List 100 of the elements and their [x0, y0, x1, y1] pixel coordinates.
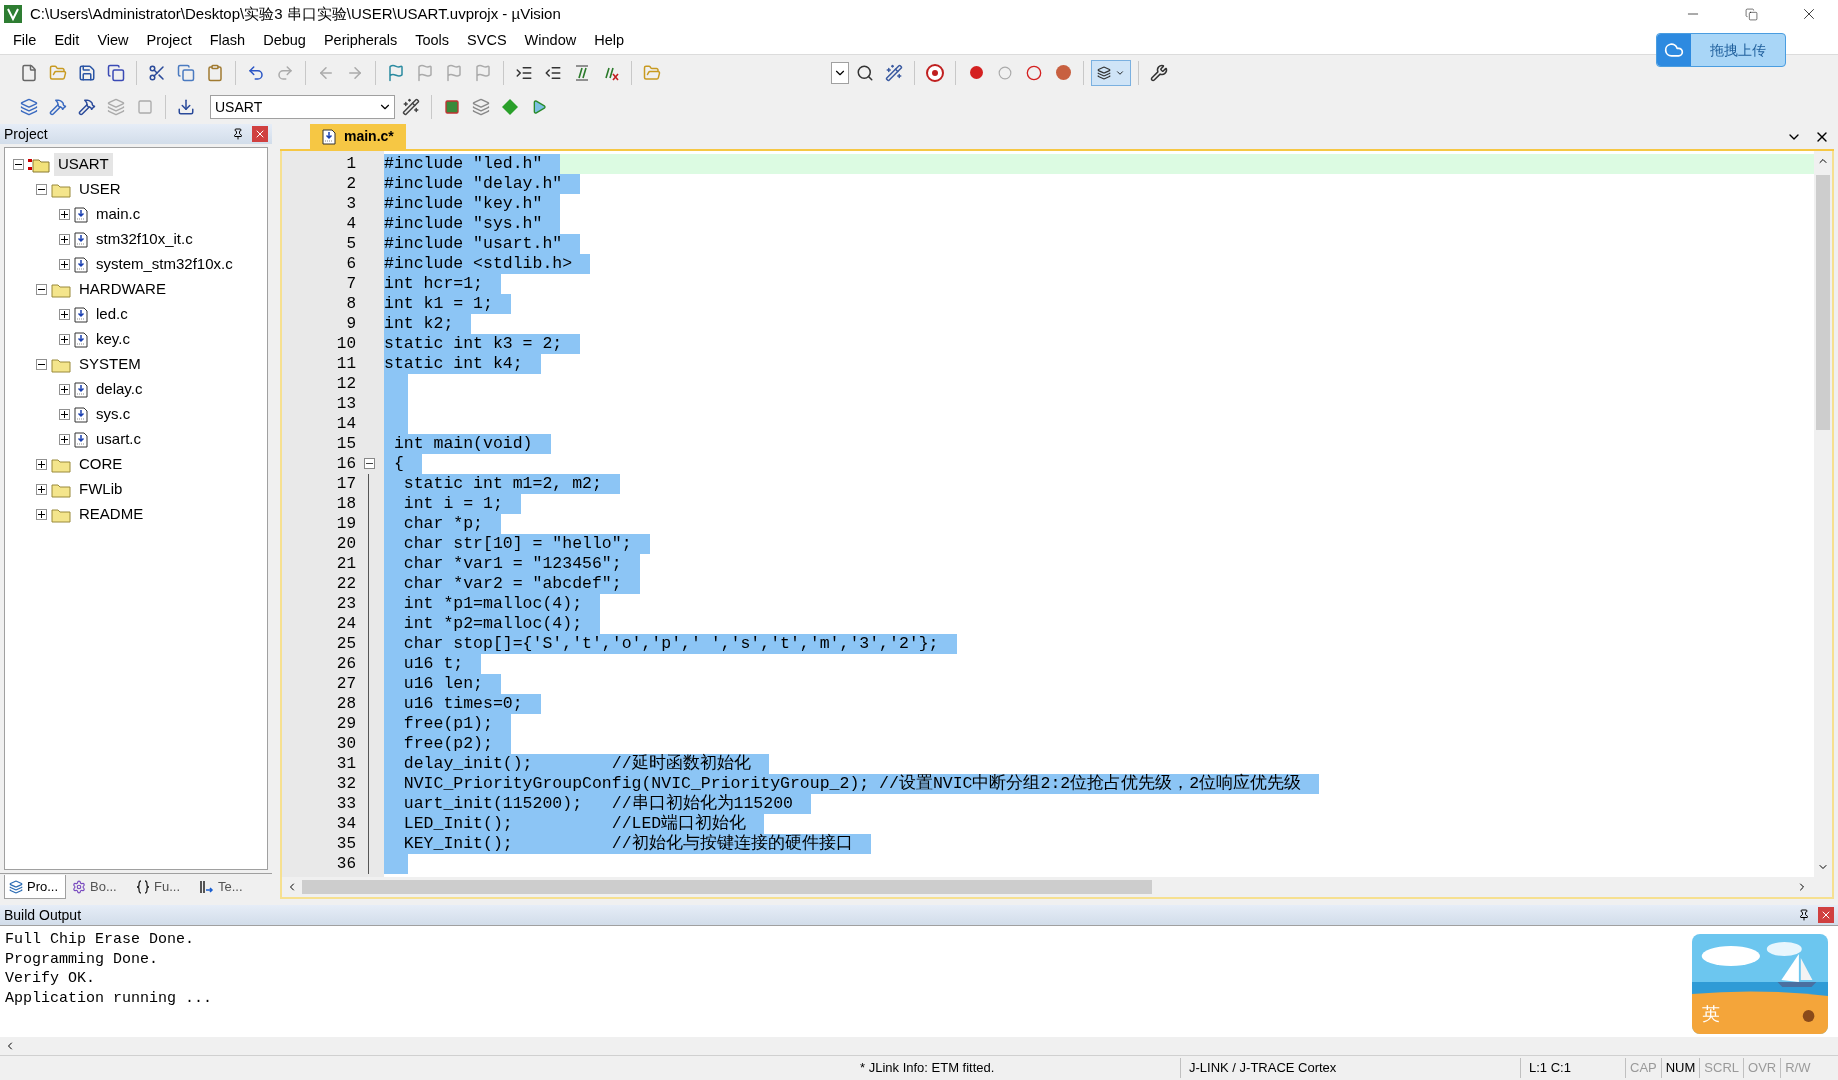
status-text: J-LINK / J-TRACE Cortex	[1180, 1058, 1520, 1078]
hammer-icon[interactable]	[78, 98, 96, 116]
scrollbar-thumb[interactable]	[302, 880, 1152, 894]
expand-toggle[interactable]	[59, 234, 70, 245]
template-icon	[200, 880, 214, 894]
panel-tab[interactable]: Bo...	[68, 875, 130, 899]
dot-icon[interactable]	[1055, 65, 1071, 80]
scrollbar-thumb[interactable]	[1816, 175, 1830, 430]
circle-icon[interactable]	[1026, 64, 1042, 81]
close-button[interactable]	[1818, 907, 1834, 923]
horizontal-scrollbar[interactable]	[282, 877, 1832, 897]
tree-item[interactable]: system_stm32f10x.c	[92, 253, 237, 276]
save-icon[interactable]	[78, 63, 96, 82]
expand-toggle[interactable]	[59, 409, 70, 420]
expand-toggle[interactable]	[59, 209, 70, 220]
menu-item[interactable]: SVCS	[458, 30, 516, 52]
expand-toggle[interactable]	[36, 509, 47, 520]
expand-toggle[interactable]	[59, 309, 70, 320]
window-layout-button[interactable]	[1091, 59, 1131, 86]
menu-item[interactable]: Window	[515, 30, 586, 52]
panel-tab[interactable]: Fu...	[132, 875, 194, 899]
expand-toggle[interactable]	[36, 484, 47, 495]
menu-item[interactable]: Peripherals	[314, 30, 407, 52]
output-line: Programming Done.	[5, 949, 160, 969]
menu-item[interactable]: Project	[137, 30, 201, 52]
collapse-toggle[interactable]	[13, 159, 24, 170]
tree-item[interactable]: SYSTEM	[75, 353, 145, 376]
find-dropdown[interactable]	[831, 61, 849, 84]
paste-icon[interactable]	[206, 63, 224, 82]
diamond-icon[interactable]	[502, 99, 518, 115]
menu-item[interactable]: Tools	[406, 30, 459, 52]
play-icon[interactable]	[531, 99, 547, 115]
line-number: 20	[335, 534, 357, 554]
tree-item[interactable]: led.c	[92, 303, 132, 326]
layers-icon[interactable]	[20, 98, 38, 116]
menu-item[interactable]: View	[88, 30, 138, 52]
collapse-toggle[interactable]	[36, 284, 47, 295]
tree-item[interactable]: USER	[75, 178, 125, 201]
fold-toggle[interactable]	[363, 458, 375, 469]
source-file-icon	[74, 431, 88, 448]
dot-icon[interactable]	[969, 66, 983, 79]
pin-icon[interactable]	[1798, 909, 1810, 921]
tree-item[interactable]: CORE	[75, 453, 127, 476]
panel-tab[interactable]: Te...	[196, 875, 258, 899]
expand-toggle[interactable]	[59, 259, 70, 270]
restore-icon[interactable]	[1744, 7, 1758, 21]
menu-item[interactable]: Debug	[254, 30, 315, 52]
wrench-icon[interactable]	[1150, 63, 1168, 82]
copy-icon[interactable]	[177, 63, 195, 82]
cut-icon[interactable]	[148, 63, 166, 82]
tree-item[interactable]: USART	[54, 153, 113, 176]
menu-item[interactable]: File	[4, 30, 46, 52]
line-number: 35	[335, 834, 357, 854]
expand-toggle[interactable]	[59, 434, 70, 445]
debug-icon[interactable]	[926, 63, 944, 82]
search-icon[interactable]	[856, 63, 874, 82]
panel-tab[interactable]: Pro...	[4, 875, 66, 899]
tree-item[interactable]: stm32f10x_it.c	[92, 228, 197, 251]
new-file-icon[interactable]	[20, 63, 38, 82]
target-select[interactable]: USART	[210, 95, 395, 119]
tree-item[interactable]: main.c	[92, 203, 145, 226]
expand-toggle[interactable]	[36, 459, 47, 470]
expand-toggle[interactable]	[59, 334, 70, 345]
layers-icon[interactable]	[472, 98, 490, 116]
hammer-icon[interactable]	[49, 98, 67, 116]
tree-item[interactable]: delay.c	[92, 378, 147, 401]
line-number: 13	[335, 394, 357, 414]
status-indicator: NUM	[1660, 1058, 1700, 1078]
tree-item[interactable]: usart.c	[92, 428, 145, 451]
undo-icon[interactable]	[247, 63, 265, 82]
line-number: 25	[335, 634, 357, 654]
slashes-icon[interactable]	[573, 63, 591, 82]
line-number: 8	[345, 294, 357, 314]
menu-item[interactable]: Help	[585, 30, 633, 52]
editor-tab[interactable]: main.c*	[310, 124, 406, 149]
panel-title: Project	[4, 124, 48, 144]
tree-item[interactable]: HARDWARE	[75, 278, 170, 301]
tree-item[interactable]: key.c	[92, 328, 134, 351]
upload-button[interactable]: 拖拽上传	[1656, 33, 1786, 67]
download-icon[interactable]	[177, 98, 195, 116]
wand-icon[interactable]	[885, 63, 903, 82]
menu-item[interactable]: Flash	[200, 30, 255, 52]
wand-icon[interactable]	[402, 98, 420, 116]
tree-item[interactable]: FWLib	[75, 478, 127, 501]
tree-item[interactable]: README	[75, 503, 148, 526]
menu-item[interactable]: Edit	[45, 30, 89, 52]
line-number: 7	[345, 274, 357, 294]
close-button[interactable]	[252, 126, 268, 142]
square-icon[interactable]	[444, 99, 460, 115]
collapse-toggle[interactable]	[36, 184, 47, 195]
vertical-scrollbar[interactable]	[1814, 151, 1832, 877]
tree-item[interactable]: sys.c	[92, 403, 135, 426]
horizontal-scrollbar[interactable]	[0, 1037, 1838, 1055]
save-all-icon[interactable]	[107, 63, 125, 82]
expand-toggle[interactable]	[59, 384, 70, 395]
pin-icon[interactable]	[232, 128, 244, 140]
flag-icon[interactable]	[387, 63, 405, 82]
app-icon	[4, 5, 22, 23]
line-number: 5	[345, 234, 357, 254]
collapse-toggle[interactable]	[36, 359, 47, 370]
